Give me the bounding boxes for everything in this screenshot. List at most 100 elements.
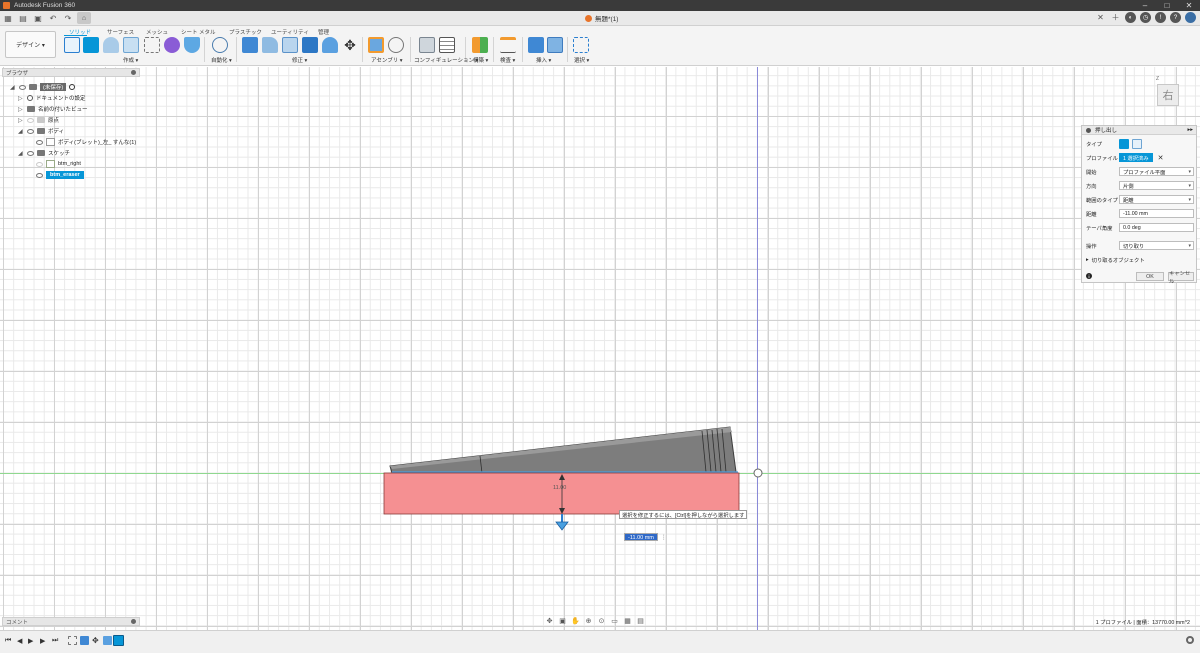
notifications-icon[interactable]: ! [1155, 12, 1166, 23]
insert-derive-icon[interactable] [528, 37, 544, 53]
revolve-icon[interactable] [103, 37, 119, 53]
fillet-icon[interactable] [262, 37, 278, 53]
group-modify[interactable]: 修正 ▾ [292, 56, 307, 64]
orbit-icon[interactable]: ✥ [545, 616, 554, 625]
group-create[interactable]: 作成 ▾ [123, 56, 138, 64]
tree-item-sketch-btm-right[interactable]: btm_right [36, 159, 81, 169]
viewport-canvas[interactable] [0, 67, 1200, 630]
tab-manage[interactable]: 管理 [318, 28, 329, 36]
visibility-eye-icon[interactable] [27, 150, 34, 156]
tree-item-document-settings[interactable]: ▷ ドキュメントの設定 [18, 93, 86, 103]
extrude-dialog-header[interactable]: 押し出し ▸▸ [1082, 126, 1196, 135]
tab-plastic[interactable]: プラスチック [229, 28, 262, 36]
help-icon[interactable]: ? [1170, 12, 1181, 23]
tree-item-named-views[interactable]: ▷ 名前の付いたビュー [18, 104, 88, 114]
timeline-move-icon[interactable]: ✥ [92, 636, 101, 645]
collapse-icon[interactable]: ◢ [18, 128, 24, 135]
distance-input-field[interactable]: -11.00 mm [624, 533, 658, 541]
viewports-icon[interactable]: ▤ [636, 616, 645, 625]
group-assemble[interactable]: アセンブリ ▾ [371, 56, 403, 64]
browser-header[interactable]: ブラウザ [2, 68, 140, 77]
pan-hand-icon[interactable]: ✋ [571, 616, 580, 625]
document-tab[interactable]: 無題*(1) [585, 13, 618, 23]
box-icon[interactable] [144, 37, 160, 53]
construct-plane-icon[interactable] [472, 37, 488, 53]
timeline-extrude-icon[interactable] [80, 636, 89, 645]
create-sketch-icon[interactable] [64, 37, 80, 53]
maximize-button[interactable]: □ [1156, 0, 1178, 11]
timeline-current-feature-icon[interactable] [113, 635, 124, 646]
objects-to-cut-section[interactable]: ▸ 切り取るオブジェクト [1086, 254, 1194, 265]
configure-icon[interactable] [419, 37, 435, 53]
tab-surface[interactable]: サーフェス [107, 28, 134, 36]
zoom-icon[interactable]: ⊕ [584, 616, 593, 625]
comments-bar[interactable]: コメント [2, 617, 140, 626]
tree-item-sketch-btm-eraser[interactable]: btm_eraser [36, 170, 84, 180]
expand-icon[interactable]: ▷ [18, 95, 24, 102]
shell-modify-icon[interactable] [302, 37, 318, 53]
visibility-eye-icon[interactable] [27, 117, 34, 123]
group-configure[interactable]: コンフィギュレーション ▾ [414, 56, 478, 64]
tree-root[interactable]: ◢ (未保存) [10, 82, 76, 92]
timeline-sketch-icon[interactable] [68, 636, 77, 645]
extensions-icon[interactable]: ◐ [1125, 12, 1136, 23]
clear-selection-icon[interactable]: ✕ [1158, 154, 1164, 162]
profile-selection-chip[interactable]: 1 選択済み [1119, 153, 1153, 162]
info-icon[interactable]: i [1086, 273, 1092, 279]
timeline-end-icon[interactable]: ⏭ [52, 637, 58, 645]
timeline-back-icon[interactable]: ◀ [17, 637, 22, 645]
type-extrude-icon[interactable] [1119, 138, 1129, 149]
visibility-eye-icon[interactable] [19, 84, 26, 90]
timeline-body-icon[interactable] [103, 636, 112, 645]
group-construct[interactable]: 構築 ▾ [473, 56, 488, 64]
taper-angle-field[interactable]: 0.0 deg [1119, 223, 1194, 232]
tree-item-bodies[interactable]: ◢ ボディ [18, 126, 64, 136]
start-select[interactable]: プロファイル平面 ▾ [1119, 167, 1194, 176]
comments-pin-icon[interactable] [131, 619, 136, 624]
automate-icon[interactable] [212, 37, 228, 53]
activate-radio-icon[interactable] [69, 84, 76, 90]
tab-utilities[interactable]: ユーティリティ [271, 28, 309, 36]
distance-input[interactable]: -11.00 mm ⋮ [624, 533, 667, 541]
timeline-settings-gear-icon[interactable] [1186, 636, 1194, 644]
workspace-switcher[interactable]: デザイン ▾ [5, 31, 56, 58]
timeline-forward-icon[interactable]: ▶ [40, 637, 45, 645]
hole-icon[interactable] [123, 37, 139, 53]
extent-type-select[interactable]: 距離 ▾ [1119, 195, 1194, 204]
tab-sheet-metal[interactable]: シート メタル [181, 28, 216, 36]
home-icon[interactable]: ⌂ [77, 12, 91, 24]
tree-item-origin[interactable]: ▷ 原点 [18, 115, 59, 125]
tree-item-sketches[interactable]: ◢ スケッチ [18, 148, 70, 158]
timeline-start-icon[interactable]: ⏮ [5, 637, 11, 645]
display-settings-icon[interactable]: ▭ [610, 616, 619, 625]
move-icon[interactable]: ✥ [342, 37, 358, 53]
user-avatar[interactable] [1185, 12, 1196, 23]
visibility-eye-icon[interactable] [36, 139, 43, 145]
tree-item-body[interactable]: ボディ(ブレット)_左_ すんな(1) [36, 137, 136, 147]
distance-field[interactable]: -11.00 mm [1119, 209, 1194, 218]
group-select[interactable]: 選択 ▾ [574, 56, 589, 64]
visibility-eye-icon[interactable] [27, 128, 34, 134]
new-tab-icon[interactable]: ＋ [1110, 12, 1121, 23]
undo-icon[interactable]: ↶ [47, 12, 59, 24]
job-status-icon[interactable]: ◷ [1140, 12, 1151, 23]
press-pull-icon[interactable] [242, 37, 258, 53]
group-automate[interactable]: 自動化 ▾ [211, 56, 232, 64]
form-icon[interactable] [164, 37, 180, 53]
expand-icon[interactable]: ▷ [18, 117, 24, 124]
group-insert[interactable]: 挿入 ▾ [536, 56, 551, 64]
measure-icon[interactable] [500, 37, 516, 53]
direction-select[interactable]: 片側 ▾ [1119, 181, 1194, 190]
tab-mesh[interactable]: メッシュ [146, 28, 168, 36]
shell-icon[interactable] [184, 37, 200, 53]
group-inspect[interactable]: 検査 ▾ [500, 56, 515, 64]
visibility-eye-icon[interactable] [36, 161, 43, 167]
expand-icon[interactable]: ▷ [18, 106, 24, 113]
look-at-icon[interactable]: ▣ [558, 616, 567, 625]
redo-icon[interactable]: ↷ [62, 12, 74, 24]
close-window-button[interactable]: ✕ [1178, 0, 1200, 11]
new-component-icon[interactable] [368, 37, 384, 53]
combine-icon[interactable] [322, 37, 338, 53]
visibility-eye-icon[interactable] [36, 172, 43, 178]
ok-button[interactable]: OK [1136, 272, 1164, 281]
